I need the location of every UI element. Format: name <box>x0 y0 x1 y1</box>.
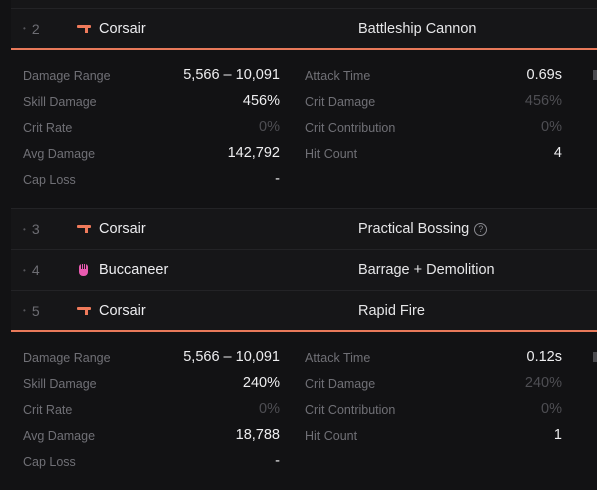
hit-count-label: Hit Count <box>305 147 358 161</box>
buccaneer-icon <box>77 263 91 277</box>
skill-name: Practical Bossing <box>358 221 470 237</box>
stat-row: Avg Damage 142,792 Hit Count 4 <box>11 142 597 168</box>
ranking-row-4[interactable]: • 4 Buccaneer Barrage + Demolition <box>11 249 597 290</box>
skill-details-panel: Damage Range 5,566 – 10,091 Attack Time … <box>11 332 597 490</box>
crit-contribution-value: 0% <box>541 119 562 135</box>
crit-rate-value: 0% <box>259 401 280 417</box>
stat-row: Crit Rate 0% Crit Contribution 0% <box>11 116 597 142</box>
skill-damage-value: 240% <box>242 375 280 391</box>
stat-row: Skill Damage 456% Crit Damage 456% <box>11 90 597 116</box>
avg-damage-value: 18,788 <box>235 427 280 443</box>
class-cell: Corsair <box>77 209 146 249</box>
crit-damage-label: Crit Damage <box>305 377 376 391</box>
hit-count-value: 4 <box>553 145 562 161</box>
avg-damage-label: Avg Damage <box>23 429 96 443</box>
ranking-row-3[interactable]: • 3 Corsair Practical Bossing ? <box>11 208 597 249</box>
stat-row: Cap Loss - <box>11 168 597 194</box>
bullet-icon: • <box>23 224 26 234</box>
rank-number: 3 <box>31 221 40 237</box>
damage-range-value: 5,566 – 10,091 <box>183 67 280 83</box>
skill-cell: Practical Bossing ? <box>358 209 488 249</box>
cap-loss-value: - <box>275 171 280 187</box>
attack-time-label: Attack Time <box>305 69 371 83</box>
stat-row: Skill Damage 240% Crit Damage 240% <box>11 372 597 398</box>
crit-contribution-label: Crit Contribution <box>305 403 396 417</box>
stat-row: Crit Rate 0% Crit Contribution 0% <box>11 398 597 424</box>
avg-damage-value: 142,792 <box>227 145 280 161</box>
crit-rate-label: Crit Rate <box>23 403 73 417</box>
ranking-row-2[interactable]: • 2 Corsair Battleship Cannon <box>11 8 597 50</box>
damage-range-value: 5,566 – 10,091 <box>183 349 280 365</box>
rank-number: 4 <box>31 262 40 278</box>
cap-loss-label: Cap Loss <box>23 455 76 469</box>
class-name: Corsair <box>99 20 146 37</box>
skill-name: Rapid Fire <box>358 302 425 319</box>
skill-damage-label: Skill Damage <box>23 377 97 391</box>
avg-damage-label: Avg Damage <box>23 147 96 161</box>
skill-details-panel: Damage Range 5,566 – 10,091 Attack Time … <box>11 50 597 208</box>
crit-damage-value: 240% <box>524 375 562 391</box>
class-name: Corsair <box>99 302 146 319</box>
rank-cell: • 2 <box>23 9 40 48</box>
hit-count-label: Hit Count <box>305 429 358 443</box>
attack-time-value: 0.12s <box>526 349 562 365</box>
rank-number: 5 <box>31 302 40 319</box>
crit-damage-value: 456% <box>524 93 562 109</box>
crit-damage-label: Crit Damage <box>305 95 376 109</box>
rank-cell: • 4 <box>23 250 40 290</box>
crit-rate-value: 0% <box>259 119 280 135</box>
rank-cell: • 5 <box>23 291 40 330</box>
corsair-icon <box>77 22 91 36</box>
crit-contribution-value: 0% <box>541 401 562 417</box>
help-icon[interactable]: ? <box>474 222 488 236</box>
bullet-icon: • <box>23 306 26 315</box>
stat-row: Damage Range 5,566 – 10,091 Attack Time … <box>11 64 597 90</box>
cap-loss-label: Cap Loss <box>23 173 76 187</box>
bullet-icon: • <box>23 265 26 275</box>
crit-contribution-label: Crit Contribution <box>305 121 396 135</box>
skill-cell: Battleship Cannon <box>358 9 477 48</box>
class-cell: Buccaneer <box>77 250 168 290</box>
cap-loss-value: - <box>275 453 280 469</box>
attack-time-label: Attack Time <box>305 351 371 365</box>
stat-row: Cap Loss - <box>11 450 597 476</box>
crit-rate-label: Crit Rate <box>23 121 73 135</box>
stat-row: Damage Range 5,566 – 10,091 Attack Time … <box>11 346 597 372</box>
attack-time-value: 0.69s <box>526 67 562 83</box>
rank-number: 2 <box>31 20 40 37</box>
ranking-list: • 2 Corsair Battleship Cannon Damage Ran… <box>11 8 597 490</box>
list-top-edge <box>11 0 597 8</box>
skill-damage-value: 456% <box>242 93 280 109</box>
corsair-icon <box>77 222 91 236</box>
bullet-icon: • <box>23 24 26 33</box>
skill-name: Barrage + Demolition <box>358 262 495 278</box>
class-name: Corsair <box>99 221 146 237</box>
skill-cell: Barrage + Demolition <box>358 250 495 290</box>
ranking-row-5[interactable]: • 5 Corsair Rapid Fire <box>11 290 597 332</box>
corsair-icon <box>77 304 91 318</box>
damage-range-label: Damage Range <box>23 69 111 83</box>
class-name: Buccaneer <box>99 262 169 278</box>
skill-name: Battleship Cannon <box>358 20 477 37</box>
class-cell: Corsair <box>77 291 146 330</box>
rank-cell: • 3 <box>23 209 40 249</box>
hit-count-value: 1 <box>553 427 562 443</box>
class-cell: Corsair <box>77 9 146 48</box>
damage-range-label: Damage Range <box>23 351 111 365</box>
skill-damage-label: Skill Damage <box>23 95 97 109</box>
skill-cell: Rapid Fire <box>358 291 425 330</box>
stat-row: Avg Damage 18,788 Hit Count 1 <box>11 424 597 450</box>
